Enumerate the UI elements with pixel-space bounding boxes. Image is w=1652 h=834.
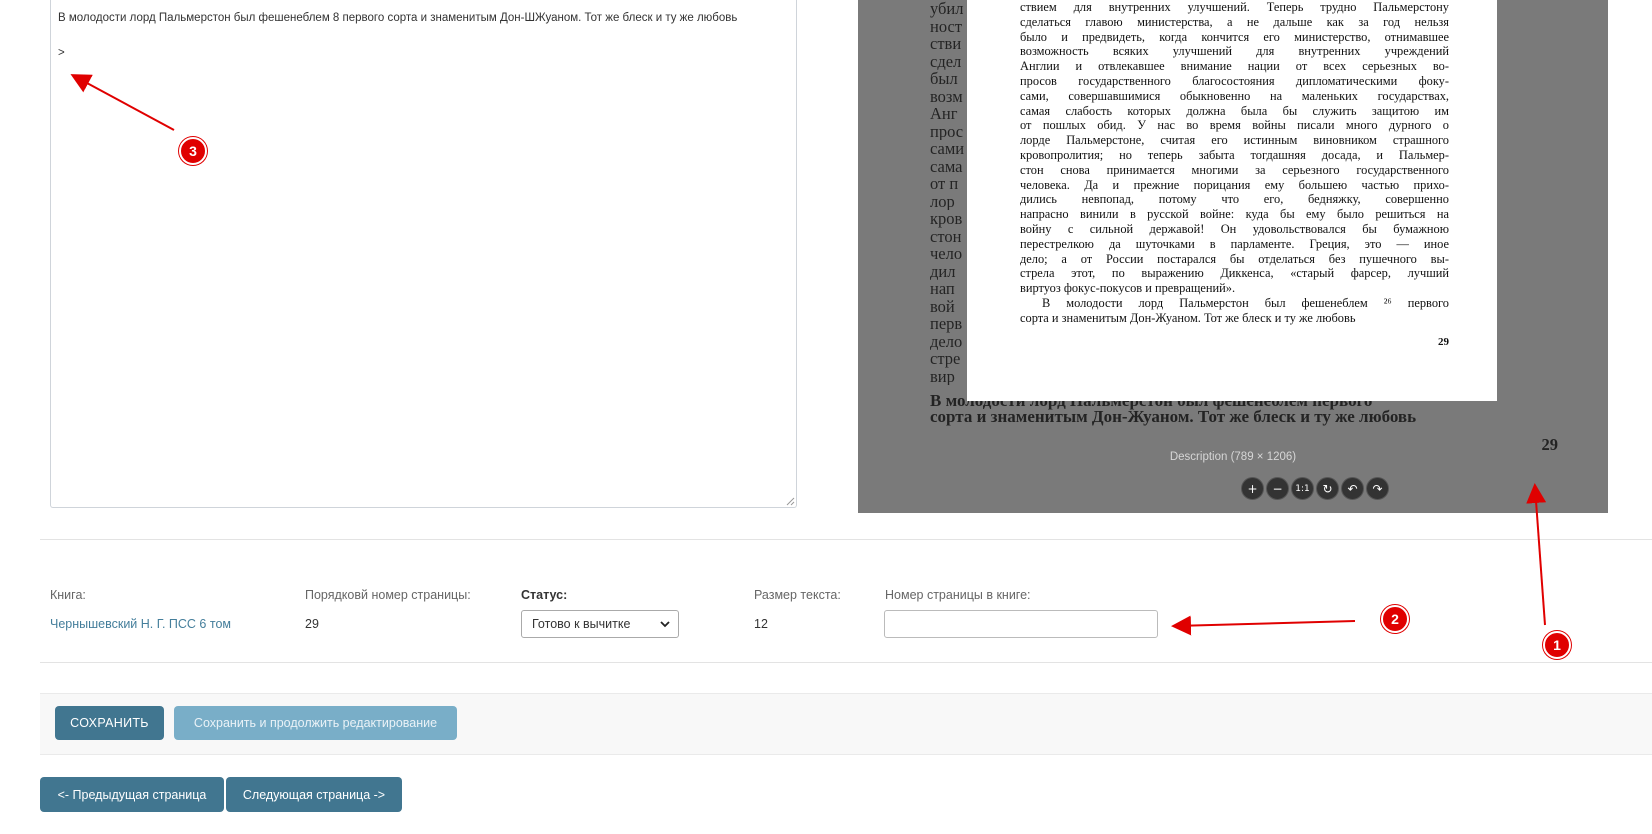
scan-text-line: было и предвидеть, когда кончится его ми… (1020, 29, 1449, 44)
editor-line-2: > (58, 47, 65, 59)
scan-text-line: просов государственного благосостояния д… (1020, 73, 1449, 88)
scan-text-line: напрасно винили в русской войне: куда бы… (1020, 207, 1449, 222)
scan-text-line: виртуоз фокус-покусов и превращений». (1020, 281, 1236, 296)
book-link[interactable]: Чернышевский Н. Г. ПСС 6 том (50, 617, 231, 631)
scan-text-line: стон снова принимается многими за серьез… (1020, 162, 1449, 177)
status-selected-value: Готово к вычитке (532, 617, 631, 631)
annotation-arrow-2 (1171, 615, 1356, 636)
book-label: Книга: (50, 588, 86, 602)
text-size-label: Размер текста: (754, 588, 841, 602)
scan-text-line: возможность всяких улучшений для внутрен… (1020, 44, 1449, 59)
image-viewer[interactable]: убил ност стви сдел был возм Анг прос сами сама от… (858, 0, 1608, 513)
scan-text-line: дело; а от России постарался бы отделать… (1020, 251, 1449, 266)
status-label: Статус: (521, 588, 568, 602)
rotate-left-icon[interactable]: ↶ (1341, 477, 1364, 500)
scan-text-line: сами, совершавшимися обыкновенно на мале… (1020, 88, 1449, 103)
status-select[interactable]: Готово к вычитке (521, 610, 679, 638)
editor-line-1: В молодости лорд Пальмерстон был фешенеб… (58, 12, 738, 24)
scan-text-line: Англии и отвлекавшее внимание нации от в… (1020, 59, 1449, 74)
scan-text-line: от пошлых обид. У нас во время войны пис… (1020, 118, 1449, 133)
scan-page-image: ствием для внутренних улучшений. Теперь … (967, 0, 1497, 401)
order-number-label: Порядковй номер страницы: (305, 588, 471, 602)
image-caption: Description (789 × 1206) (1169, 451, 1297, 463)
book-page-number-label: Номер страницы в книге: (885, 588, 1031, 602)
zoom-out-icon[interactable]: − (1266, 477, 1289, 500)
scan-text-line: кровопролития; но теперь забыта тогдашня… (1020, 147, 1449, 162)
reset-icon[interactable]: ↻ (1316, 477, 1339, 500)
divider (40, 539, 1652, 540)
text-size-value: 12 (754, 617, 768, 631)
save-button[interactable]: СОХРАНИТЬ (55, 706, 164, 740)
scan-text-line: стрела этот, по выражению Диккенса, «ста… (1020, 266, 1449, 281)
scan-text-line: перестрелкою да шуточками в парламенте. … (1020, 236, 1449, 251)
next-page-button[interactable]: Следующая страница -> (226, 777, 402, 812)
order-number-value: 29 (305, 617, 319, 631)
book-page-number-input[interactable] (884, 610, 1158, 638)
scan-text-line: дились невпопад, потому что его, бедняжк… (1020, 192, 1449, 207)
actual-size-icon[interactable]: 1:1 (1291, 477, 1314, 500)
resize-grip-icon[interactable] (785, 496, 795, 506)
divider (40, 662, 1652, 663)
scan-text-line: самая слабость которых должна была бы сл… (1020, 103, 1449, 118)
scan-text-line: сорта и знаменитым Дон-Жуаном. Тот же бл… (1020, 310, 1356, 325)
scan-text-line: ствием для внутренних улучшений. Теперь … (1020, 0, 1449, 14)
scan-page-number: 29 (1438, 336, 1449, 348)
scan-text-line: войну с сильной державой! Он удовольство… (1020, 221, 1449, 236)
chevron-down-icon (660, 621, 670, 628)
page-text-editor[interactable]: В молодости лорд Пальмерстон был фешенеб… (50, 0, 797, 508)
annotation-badge-2: 2 (1381, 605, 1409, 633)
bg-bottom-line-2: сорта и знаменитым Дон-Жуаном. Тот же бл… (930, 407, 1417, 426)
scan-text-line: человека. Да и прежние порицания ему бол… (1020, 177, 1449, 192)
viewer-toolbar: + −1:1 ↻ ↶ ↷ (1241, 477, 1389, 500)
scan-text-line: лорде Пальмерстоне, считая его истинным … (1020, 133, 1449, 148)
annotation-badge-1: 1 (1543, 631, 1571, 659)
scan-text-line: сделаться главою министерства, а не даль… (1020, 14, 1449, 29)
zoom-in-icon[interactable]: + (1241, 477, 1264, 500)
save-and-continue-button[interactable]: Сохранить и продолжить редактирование (174, 706, 457, 740)
scan-text-line: В молодости лорд Пальмерстон был фешенеб… (1042, 295, 1449, 310)
annotation-badge-3: 3 (179, 137, 207, 165)
rotate-right-icon[interactable]: ↷ (1366, 477, 1389, 500)
previous-page-button[interactable]: <- Предыдущая страница (40, 777, 224, 812)
